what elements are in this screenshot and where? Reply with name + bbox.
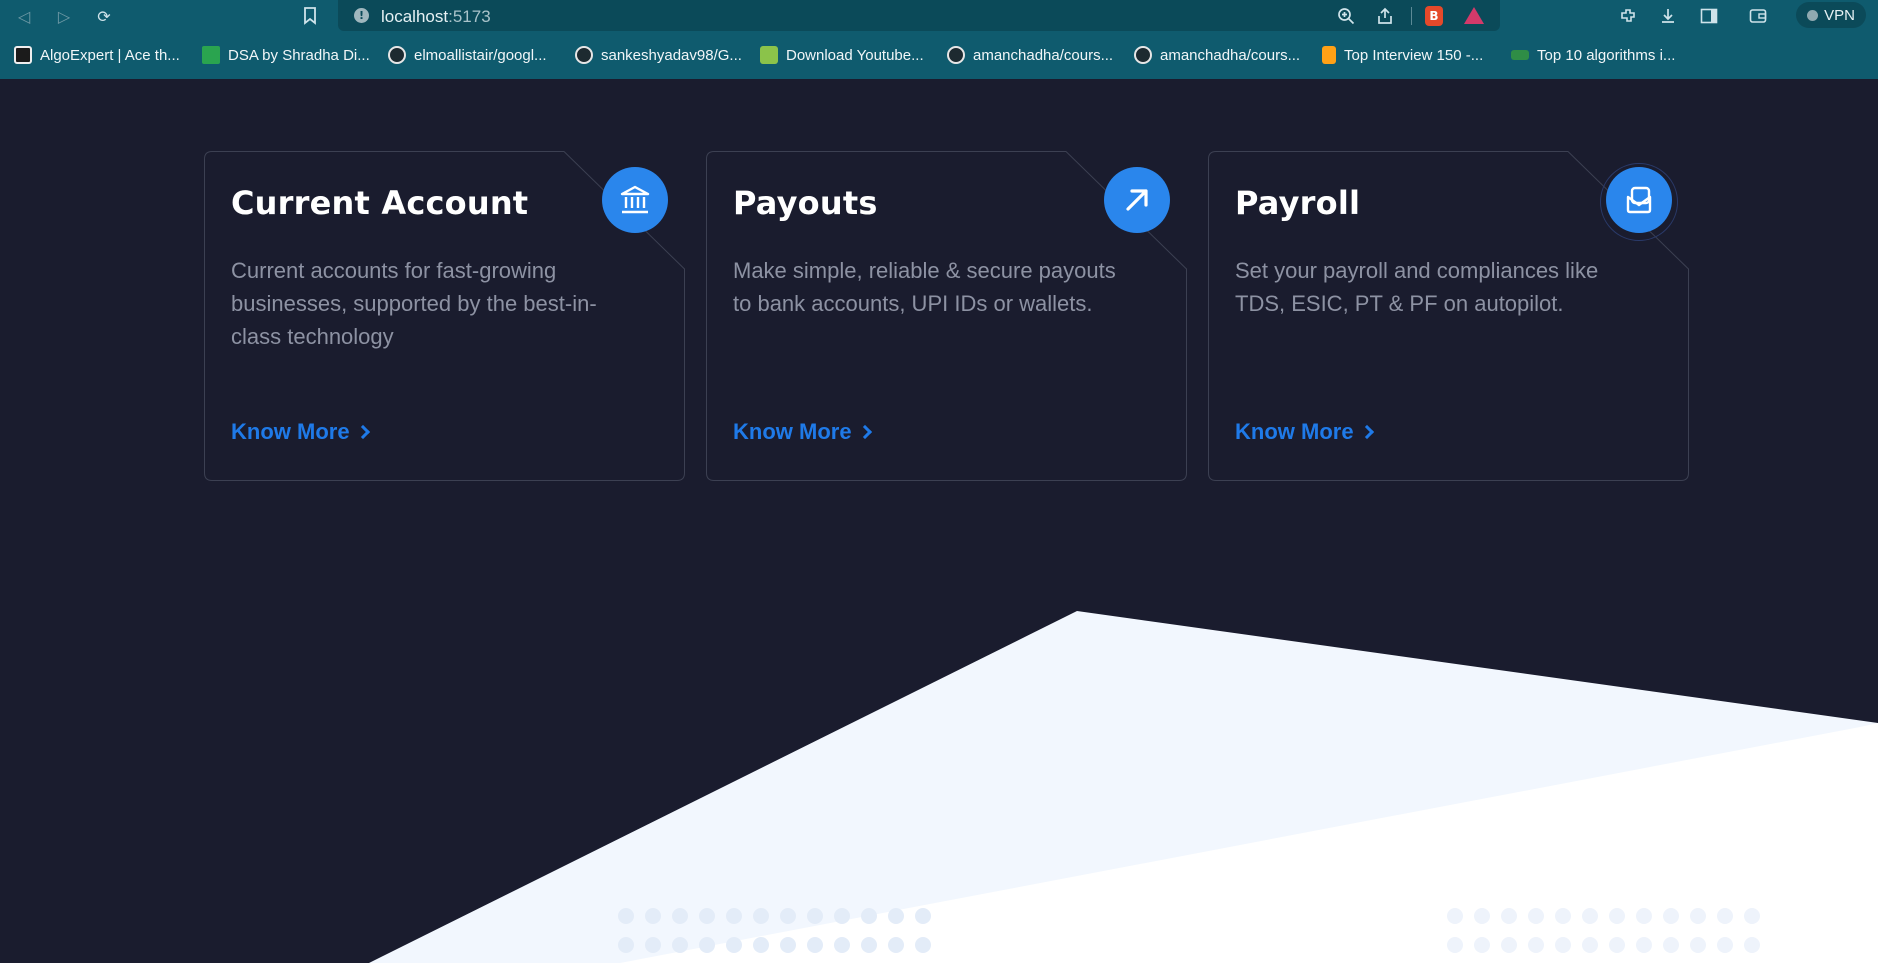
- page-content: Current Account Current accounts for fas…: [0, 79, 1878, 963]
- card-title: Current Account: [231, 184, 529, 222]
- bookmark-item[interactable]: Top 10 algorithms i...: [1511, 44, 1675, 66]
- bookmark-item[interactable]: amanchadha/cours...: [1134, 44, 1300, 66]
- know-more-link[interactable]: Know More: [1235, 419, 1374, 445]
- sheets-icon: [202, 46, 220, 64]
- card-payouts: Payouts Make simple, reliable & secure p…: [706, 151, 1187, 481]
- card-title: Payouts: [733, 184, 878, 222]
- reload-icon[interactable]: ⟳: [92, 4, 116, 28]
- chevron-right-icon: [857, 424, 872, 440]
- card-description: Current accounts for fast-growing busine…: [231, 258, 597, 349]
- github-icon: [947, 46, 965, 64]
- payroll-icon: [1606, 167, 1672, 233]
- card-payroll: Payroll Set your payroll and compliances…: [1208, 151, 1689, 481]
- address-bar[interactable]: ! localhost:5173 B: [338, 0, 1500, 31]
- algoexpert-icon: [14, 46, 32, 64]
- bookmark-item[interactable]: AlgoExpert | Ace th...: [14, 44, 180, 66]
- github-icon: [575, 46, 593, 64]
- card-current-account: Current Account Current accounts for fas…: [204, 151, 685, 481]
- geeksforgeeks-icon: [1511, 50, 1529, 60]
- bookmarks-bar: AlgoExpert | Ace th... DSA by Shradha Di…: [0, 40, 1878, 70]
- chevron-right-icon: [355, 424, 370, 440]
- forward-icon[interactable]: ▷: [52, 4, 76, 28]
- chevron-right-icon: [1359, 424, 1374, 440]
- know-more-link[interactable]: Know More: [733, 419, 872, 445]
- zoom-icon[interactable]: [1334, 4, 1358, 28]
- vpn-status-icon: [1807, 9, 1819, 21]
- bookmark-item[interactable]: Download Youtube...: [760, 44, 924, 66]
- vpn-button[interactable]: VPN: [1796, 2, 1866, 28]
- browser-toolbar: ◁ ▷ ⟳ ! localhost:5173 B VPN: [0, 0, 1878, 32]
- brave-rewards-icon[interactable]: [1464, 7, 1484, 24]
- card-title: Payroll: [1235, 184, 1361, 222]
- browser-chrome: ◁ ▷ ⟳ ! localhost:5173 B VPN AlgoExpert …: [0, 0, 1878, 79]
- leetcode-icon: [1322, 46, 1336, 64]
- share-icon[interactable]: [1373, 4, 1397, 28]
- bookmark-icon[interactable]: [298, 4, 322, 28]
- wallet-icon[interactable]: [1746, 4, 1770, 28]
- extensions-icon[interactable]: [1616, 4, 1640, 28]
- bookmark-item[interactable]: elmoallistair/googl...: [388, 44, 547, 66]
- know-more-link[interactable]: Know More: [231, 419, 370, 445]
- download-icon: [760, 46, 778, 64]
- brave-shields-icon[interactable]: B: [1425, 6, 1443, 26]
- vpn-label: VPN: [1824, 6, 1855, 24]
- github-icon: [1134, 46, 1152, 64]
- downloads-icon[interactable]: [1656, 4, 1680, 28]
- bookmark-item[interactable]: sankeshyadav98/G...: [575, 44, 742, 66]
- bookmark-item[interactable]: amanchadha/cours...: [947, 44, 1113, 66]
- bookmark-item[interactable]: DSA by Shradha Di...: [202, 44, 370, 66]
- bank-icon: [602, 167, 668, 233]
- card-description: Make simple, reliable & secure payouts t…: [733, 258, 1116, 316]
- site-info-icon[interactable]: !: [354, 8, 369, 23]
- arrow-up-right-icon: [1104, 167, 1170, 233]
- omnibox-divider: [1411, 7, 1412, 25]
- card-description: Set your payroll and compliances like TD…: [1235, 258, 1599, 316]
- sidebar-icon[interactable]: [1697, 4, 1721, 28]
- github-icon: [388, 46, 406, 64]
- bookmark-item[interactable]: Top Interview 150 -...: [1322, 44, 1483, 66]
- back-icon[interactable]: ◁: [12, 4, 36, 28]
- url-text[interactable]: localhost:5173: [381, 7, 491, 27]
